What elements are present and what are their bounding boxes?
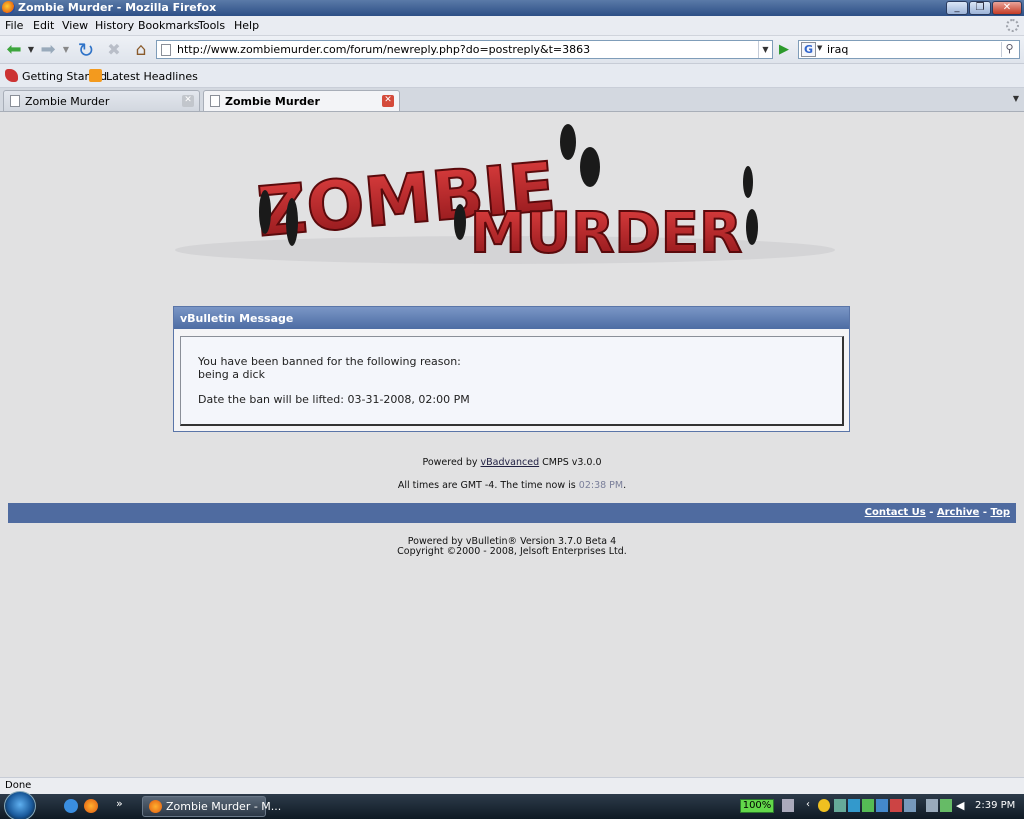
vbadvanced-link[interactable]: vBadvanced	[481, 457, 540, 468]
ban-reason-text: being a dick	[198, 368, 265, 381]
menu-bookmarks[interactable]: Bookmarks	[138, 19, 199, 32]
menu-history[interactable]: History	[95, 19, 134, 32]
ban-lift-date: Date the ban will be lifted: 03-31-2008,…	[198, 393, 470, 406]
status-text: Done	[5, 780, 32, 791]
getting-started-icon	[5, 69, 18, 82]
zombie-murder-logo[interactable]: ZOMBIE MURDER	[170, 122, 840, 267]
footer-separator: -	[925, 507, 937, 518]
tray-app-icon[interactable]	[926, 799, 938, 812]
forward-arrow-icon[interactable]: ➡	[37, 39, 59, 61]
go-arrow-icon[interactable]: ▶	[776, 41, 792, 59]
footer-separator: -	[979, 507, 991, 518]
timezone-suffix: .	[623, 480, 627, 491]
page-icon	[161, 44, 171, 56]
menu-view[interactable]: View	[62, 19, 88, 32]
search-bar[interactable]: G ▼ iraq ⚲	[798, 40, 1020, 59]
page-icon	[10, 95, 20, 107]
status-bar: Done	[0, 777, 1024, 794]
activity-throbber-icon	[1006, 19, 1019, 32]
logo-word-murder: MURDER	[470, 201, 742, 266]
page-icon	[210, 95, 220, 107]
firefox-quicklaunch-icon[interactable]	[84, 799, 98, 813]
battery-meter[interactable]: 100%	[740, 799, 774, 813]
close-tab-icon[interactable]: ✕	[182, 95, 194, 107]
ban-reason-label: You have been banned for the following r…	[198, 355, 461, 368]
menu-file[interactable]: File	[5, 19, 23, 32]
message-panel-header: vBulletin Message	[174, 307, 849, 329]
archive-link[interactable]: Archive	[937, 507, 979, 518]
menu-bar: File Edit View History Bookmarks Tools H…	[0, 16, 1024, 36]
taskbar-button-label: Zombie Murder - M...	[166, 800, 282, 813]
top-link[interactable]: Top	[990, 507, 1010, 518]
tab-zombie-murder-2[interactable]: Zombie Murder ✕	[203, 90, 400, 111]
system-clock[interactable]: 2:39 PM	[975, 800, 1015, 811]
home-icon[interactable]: ⌂	[130, 39, 152, 61]
rss-feed-icon	[89, 69, 102, 82]
window-title-bar[interactable]: Zombie Murder - Mozilla Firefox _ ❐ ✕	[0, 0, 1024, 16]
menu-tools[interactable]: Tools	[198, 19, 225, 32]
tab-list-dropdown-icon[interactable]: ▼	[1010, 94, 1022, 106]
timezone-prefix: All times are GMT -4. The time now is	[397, 480, 579, 491]
firefox-icon	[2, 1, 15, 14]
timezone-info: All times are GMT -4. The time now is 02…	[0, 480, 1024, 491]
tab-zombie-murder-1[interactable]: Zombie Murder ✕	[3, 90, 200, 111]
firefox-icon	[149, 800, 162, 813]
close-window-button[interactable]: ✕	[992, 1, 1022, 15]
signal-icon[interactable]	[862, 799, 874, 812]
tray-app-icon[interactable]	[848, 799, 860, 812]
powered-by-suffix: CMPS v3.0.0	[539, 457, 602, 468]
footer-links: Contact Us - Archive - Top	[865, 507, 1010, 518]
powered-by-vbadvanced: Powered by vBadvanced CMPS v3.0.0	[0, 457, 1024, 468]
address-bar-url[interactable]: http://www.zombiemurder.com/forum/newrep…	[177, 43, 590, 56]
bookmark-latest-headlines[interactable]: Latest Headlines	[106, 70, 198, 83]
search-input[interactable]: iraq	[827, 43, 848, 56]
maximize-button[interactable]: ❐	[969, 1, 991, 15]
url-history-dropdown-icon[interactable]: ▼	[758, 41, 772, 58]
volume-icon[interactable]: ◀	[956, 799, 968, 812]
page-content: ZOMBIE MURDER vBulletin Message You have…	[0, 112, 1024, 777]
current-time: 02:38 PM	[578, 480, 624, 491]
quicklaunch-overflow-icon[interactable]: »	[116, 797, 123, 810]
tray-app-icon[interactable]	[890, 799, 902, 812]
search-engine-dropdown-icon[interactable]: ▼	[817, 44, 822, 52]
address-bar[interactable]: http://www.zombiemurder.com/forum/newrep…	[156, 40, 773, 59]
powered-by-prefix: Powered by	[422, 457, 481, 468]
windows-taskbar: » Zombie Murder - M... 100% ‹ ◀ 2:39 PM	[0, 791, 1024, 819]
forum-footer-bar: Contact Us - Archive - Top	[8, 503, 1016, 523]
search-magnifier-icon[interactable]: ⚲	[1001, 42, 1017, 57]
forward-history-dropdown-icon[interactable]: ▼	[61, 39, 71, 61]
menu-help[interactable]: Help	[234, 19, 259, 32]
tab-label: Zombie Murder	[225, 95, 320, 108]
tab-label: Zombie Murder	[25, 95, 110, 108]
tray-app-icon[interactable]	[904, 799, 916, 812]
norton-icon[interactable]	[818, 799, 830, 812]
bookmarks-toolbar: Getting Started Latest Headlines	[0, 64, 1024, 88]
network-status-icon[interactable]	[940, 799, 952, 812]
close-tab-icon[interactable]: ✕	[382, 95, 394, 107]
copyright-notice: Copyright ©2000 - 2008, Jelsoft Enterpri…	[397, 546, 627, 557]
tray-expand-icon[interactable]: ‹	[806, 799, 818, 812]
message-body: You have been banned for the following r…	[180, 336, 844, 426]
back-history-dropdown-icon[interactable]: ▼	[26, 39, 36, 61]
navigation-toolbar: ⬅ ▼ ➡ ▼ ↻ ✖ ⌂ http://www.zombiemurder.co…	[0, 36, 1024, 64]
window-title: Zombie Murder - Mozilla Firefox	[18, 1, 217, 14]
tray-app-icon[interactable]	[834, 799, 846, 812]
network-icon[interactable]	[782, 799, 794, 812]
start-button[interactable]	[4, 791, 36, 819]
menu-edit[interactable]: Edit	[33, 19, 54, 32]
back-arrow-icon[interactable]: ⬅	[3, 39, 25, 61]
message-panel: vBulletin Message You have been banned f…	[173, 306, 850, 432]
taskbar-firefox-button[interactable]: Zombie Murder - M...	[142, 796, 281, 817]
reload-icon[interactable]: ↻	[75, 39, 97, 61]
stop-icon[interactable]: ✖	[103, 39, 125, 61]
tab-strip: Zombie Murder ✕ Zombie Murder ✕ ▼	[0, 88, 1024, 112]
search-engine-icon[interactable]: G	[801, 42, 816, 57]
minimize-button[interactable]: _	[946, 1, 968, 15]
internet-explorer-icon[interactable]	[64, 799, 78, 813]
tray-app-icon[interactable]	[876, 799, 888, 812]
contact-us-link[interactable]: Contact Us	[865, 507, 926, 518]
